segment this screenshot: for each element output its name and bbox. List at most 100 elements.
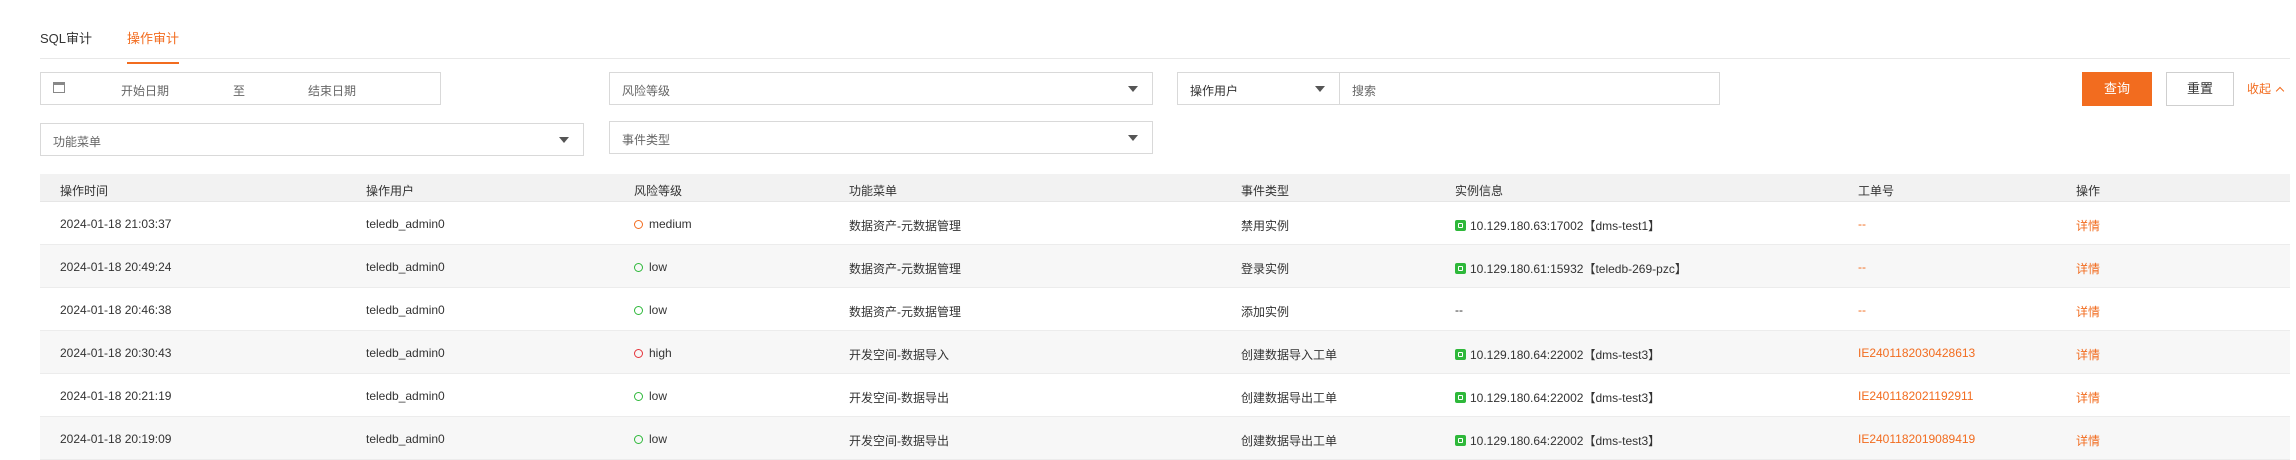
cell-time: 2024-01-18 21:03:37 [60,217,171,231]
cell-ticket[interactable]: IE2401182030428613 [1858,346,1975,360]
detail-link[interactable]: 详情 [2076,303,2100,320]
cell-menu-text: 数据资产-元数据管理 [849,219,961,233]
table-row: 2024-01-18 20:30:43 teledb_admin0 high 开发空间… [40,331,2290,374]
risk-level-text: low [649,389,668,403]
cell-user: teledb_admin0 [366,303,445,317]
function-menu-placeholder: 功能菜单 [53,135,102,149]
cell-event-text: 添加实例 [1241,305,1290,319]
cell-time-text: 2024-01-18 20:30:43 [60,346,172,360]
instance-text: -- [1455,303,1463,317]
tab-sql-audit[interactable]: SQL审计 [40,28,92,47]
detail-link[interactable]: 详情 [2076,260,2100,277]
detail-link-text: 详情 [2076,219,2101,233]
cell-user-text: teledb_admin0 [366,260,445,274]
tab-operation-audit[interactable]: 操作审计 [127,28,180,64]
instance-text: 10.129.180.64:22002【dms-test3】 [1470,348,1661,362]
column-header: 功能菜单 [849,184,898,198]
event-type-placeholder: 事件类型 [622,133,671,147]
cell-ticket-text: -- [1858,217,1866,231]
cell-time: 2024-01-18 20:46:38 [60,303,171,317]
chevron-down-icon [1128,135,1138,141]
database-icon [1455,263,1466,274]
cell-instance: 10.129.180.63:17002【dms-test1】 [1455,217,1660,234]
cell-time: 2024-01-18 20:49:24 [60,260,171,274]
instance-text: 10.129.180.63:17002【dms-test1】 [1470,219,1661,233]
table-row: 2024-01-18 21:03:37 teledb_admin0 medium 数据… [40,202,2290,245]
cell-ticket: -- [1858,217,1866,231]
cell-user: teledb_admin0 [366,346,445,360]
risk-level-text: low [649,432,668,446]
cell-time-text: 2024-01-18 20:49:24 [60,260,172,274]
cell-ticket[interactable]: IE2401182021192911 [1858,389,1973,403]
cell-risk: medium [634,217,692,231]
detail-link[interactable]: 详情 [2076,217,2100,234]
cell-time-text: 2024-01-18 20:21:19 [60,389,172,403]
detail-link[interactable]: 详情 [2076,432,2100,449]
audit-tabs: SQL审计 操作审计 [40,0,2290,64]
cell-ticket-text: IE2401182030428613 [1858,346,1976,360]
cell-event: 禁用实例 [1241,217,1289,234]
cell-menu-text: 数据资产-元数据管理 [849,305,961,319]
reset-button[interactable]: 重置 [2166,72,2234,106]
shield-icon [634,220,643,229]
instance-text: 10.129.180.61:15932【teledb-269-pzc】 [1470,262,1687,276]
shield-icon [634,392,643,401]
date-range-picker[interactable]: 开始日期 至 结束日期 [40,72,441,105]
risk-level-select[interactable]: 风险等级 [609,72,1153,105]
cell-menu: 开发空间-数据导出 [849,432,949,449]
table-body: 2024-01-18 21:03:37 teledb_admin0 medium 数据… [40,202,2290,460]
cell-time: 2024-01-18 20:30:43 [60,346,171,360]
cell-ticket: -- [1858,303,1866,317]
cell-time: 2024-01-18 20:21:19 [60,389,171,403]
cell-time-text: 2024-01-18 20:19:09 [60,432,172,446]
cell-user-text: teledb_admin0 [366,389,445,403]
column-header: 操作用户 [366,184,415,198]
search-placeholder: 搜索 [1352,84,1377,98]
cell-risk: low [634,303,667,317]
user-type-label: 操作用户 [1190,84,1239,98]
date-start-input[interactable]: 开始日期 [121,82,169,99]
table-row: 2024-01-18 20:21:19 teledb_admin0 low 开发空间-… [40,374,2290,417]
search-input[interactable]: 搜索 [1339,72,1720,105]
shield-icon [634,263,643,272]
cell-user: teledb_admin0 [366,217,445,231]
function-menu-select[interactable]: 功能菜单 [40,123,584,156]
risk-level-text: low [649,303,668,317]
cell-ticket-text: -- [1858,303,1866,317]
event-type-select[interactable]: 事件类型 [609,121,1153,154]
user-type-select[interactable]: 操作用户 [1177,72,1340,105]
database-icon [1455,392,1466,403]
cell-menu: 开发空间-数据导入 [849,346,949,363]
table-header: 操作时间 操作用户 风险等级 功能菜单 事件类型 实例信息 工单号 操作 [40,174,2290,202]
date-end-input[interactable]: 结束日期 [308,82,356,99]
cell-event: 添加实例 [1241,303,1289,320]
cell-ticket-text: -- [1858,260,1866,274]
cell-menu-text: 数据资产-元数据管理 [849,262,961,276]
cell-menu: 数据资产-元数据管理 [849,260,961,277]
audit-table: 操作时间 操作用户 风险等级 功能菜单 事件类型 实例信息 工单号 操作 202… [40,174,2290,460]
cell-event-text: 创建数据导出工单 [1241,434,1338,448]
column-header: 风险等级 [634,184,683,198]
cell-ticket-text: IE2401182021192911 [1858,389,1974,403]
instance-text: 10.129.180.64:22002【dms-test3】 [1470,391,1661,405]
chevron-down-icon [1315,86,1325,92]
cell-menu: 数据资产-元数据管理 [849,303,961,320]
detail-link[interactable]: 详情 [2076,389,2100,406]
risk-level-text: low [649,260,668,274]
database-icon [1455,349,1466,360]
query-button[interactable]: 查询 [2082,72,2152,106]
table-row: 2024-01-18 20:19:09 teledb_admin0 low 开发空间-… [40,417,2290,460]
cell-event: 创建数据导出工单 [1241,432,1337,449]
database-icon [1455,435,1466,446]
date-separator: 至 [233,84,246,98]
detail-link[interactable]: 详情 [2076,346,2100,363]
collapse-toggle[interactable]: 收起 [2247,80,2285,97]
cell-instance: 10.129.180.64:22002【dms-test3】 [1455,389,1660,406]
column-header: 工单号 [1858,184,1895,198]
cell-event: 登录实例 [1241,260,1289,277]
column-header: 操作 [2076,184,2101,198]
cell-event-text: 禁用实例 [1241,219,1290,233]
cell-user-text: teledb_admin0 [366,432,445,446]
cell-event-text: 创建数据导入工单 [1241,348,1338,362]
cell-ticket[interactable]: IE2401182019089419 [1858,432,1975,446]
